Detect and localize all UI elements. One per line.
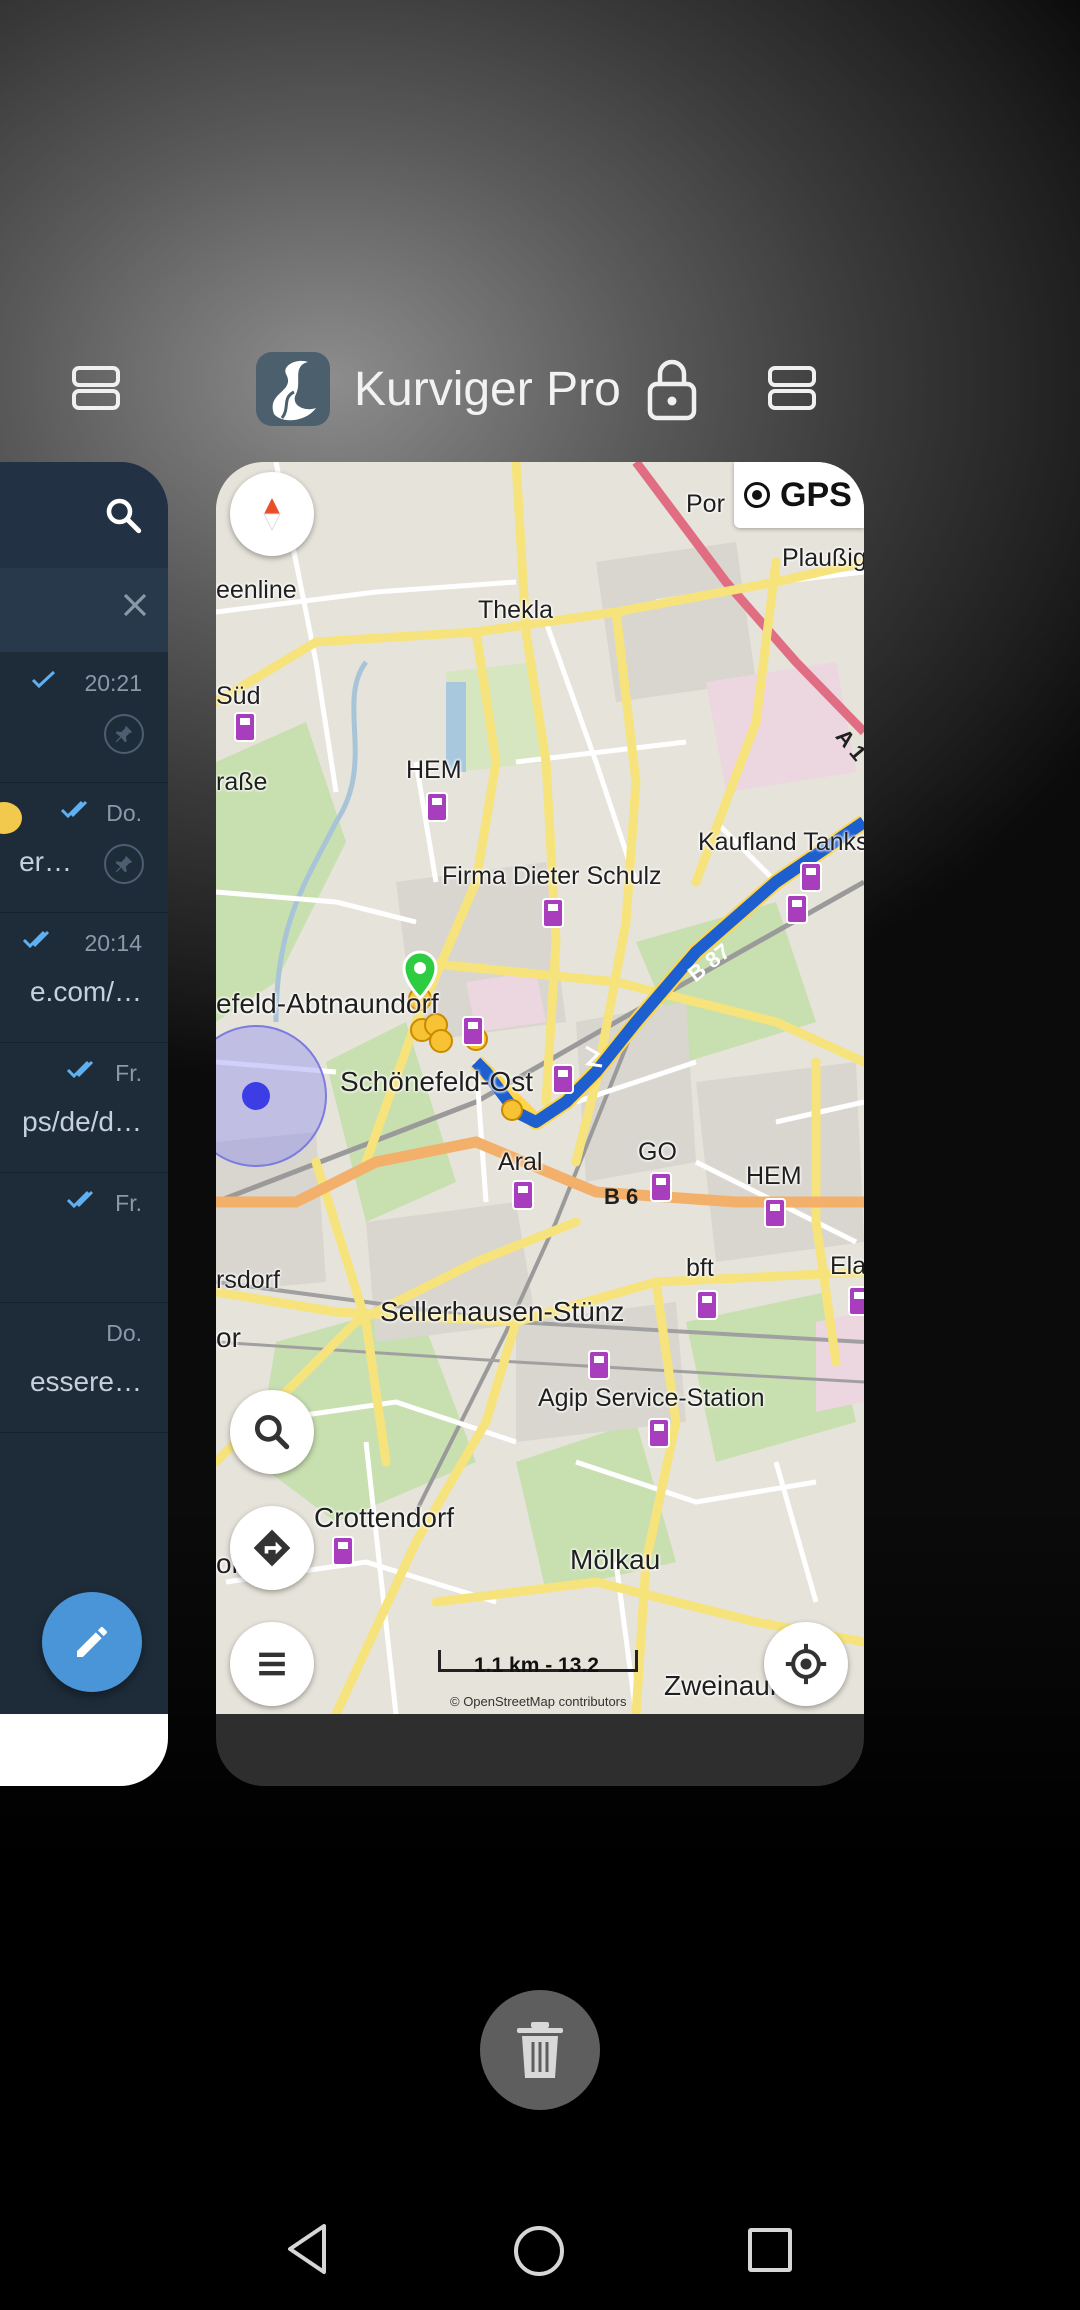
place-label: Ela <box>830 1252 864 1280</box>
fuel-station-icon[interactable] <box>786 894 808 924</box>
place-label: Sellerhausen-Stünz <box>380 1296 625 1327</box>
place-label: eenline <box>216 576 297 604</box>
gps-label: GPS <box>780 476 852 514</box>
double-check-icon <box>22 930 50 949</box>
recents-nav-button[interactable] <box>748 2228 792 2272</box>
place-label: rsdorf <box>216 1266 280 1294</box>
fuel-station-icon[interactable] <box>234 712 256 742</box>
chat-bottom-bar <box>0 1714 168 1786</box>
search-icon <box>254 1414 290 1450</box>
pin-icon <box>104 844 144 884</box>
chat-list-item[interactable]: Do. essere… <box>0 1302 168 1433</box>
place-label: Crottendorf <box>314 1502 455 1533</box>
place-label: Plaußig <box>782 544 864 572</box>
place-label: Agip Service-Station <box>538 1384 765 1412</box>
chat-time: 20:14 <box>84 930 142 956</box>
clear-all-button[interactable] <box>480 1990 600 2110</box>
place-label: Süd <box>216 682 261 710</box>
place-label: HEM <box>406 756 462 784</box>
fuel-station-icon[interactable] <box>648 1418 670 1448</box>
double-check-icon <box>60 800 88 819</box>
menu-button[interactable] <box>230 1622 314 1706</box>
place-label: raße <box>216 768 268 796</box>
split-screen-icon[interactable] <box>768 364 816 412</box>
close-icon[interactable] <box>120 590 150 620</box>
pencil-icon <box>77 1627 107 1657</box>
chat-header <box>0 462 168 568</box>
chat-snippet: e.com/… <box>29 976 142 1007</box>
place-label: or <box>216 1322 241 1353</box>
app-name: Kurviger Pro <box>354 363 621 416</box>
chat-list-item[interactable]: 20:21 <box>0 652 168 783</box>
chat-time: 20:21 <box>84 670 142 696</box>
chat-list-item[interactable]: 20:14 e.com/… <box>0 912 168 1043</box>
trash-icon <box>517 2022 563 2078</box>
compose-button[interactable] <box>42 1592 142 1692</box>
place-label: Kaufland Tanks <box>698 828 864 856</box>
chat-list-item[interactable]: Do. er… <box>0 782 168 913</box>
route-button[interactable] <box>230 1506 314 1590</box>
chat-snippet: ps/de/d… <box>22 1106 142 1137</box>
fuel-station-icon[interactable] <box>512 1180 534 1210</box>
home-nav-button[interactable] <box>514 2226 564 2276</box>
fuel-station-icon[interactable] <box>588 1350 610 1380</box>
map-attribution: © OpenStreetMap contributors <box>450 1694 627 1709</box>
chat-time: Fr. <box>115 1190 142 1216</box>
road-label: B 6 <box>604 1184 639 1209</box>
menu-icon <box>259 1652 285 1676</box>
chat-time: Fr. <box>115 1060 142 1086</box>
split-screen-icon[interactable] <box>72 364 120 412</box>
place-label: Firma Dieter Schulz <box>442 862 662 890</box>
crosshair-icon <box>785 1643 827 1685</box>
chat-snippet: essere… <box>29 1366 142 1397</box>
place-label: Thekla <box>478 596 554 624</box>
gps-dot-icon <box>744 482 770 508</box>
fuel-station-icon[interactable] <box>462 1016 484 1046</box>
back-nav-icon[interactable] <box>284 2222 330 2276</box>
place-label: GO <box>638 1138 677 1166</box>
compass-button[interactable] <box>230 472 314 556</box>
single-check-icon <box>31 670 56 689</box>
pin-icon <box>104 714 144 754</box>
double-check-icon <box>66 1060 94 1079</box>
chat-snippet: er… <box>19 846 72 877</box>
fuel-station-icon[interactable] <box>848 1286 864 1316</box>
chat-list-item[interactable]: Fr. ps/de/d… <box>0 1042 168 1173</box>
place-label: HEM <box>746 1162 802 1190</box>
recent-app-card-messenger[interactable]: 20:21 Do. er… 20:14 e.com/… Fr. ps/de/d…… <box>0 462 168 1786</box>
fuel-station-icon[interactable] <box>650 1172 672 1202</box>
compass-icon <box>263 498 281 532</box>
search-icon[interactable] <box>102 494 144 536</box>
lock-icon[interactable] <box>646 356 698 422</box>
fuel-station-icon[interactable] <box>800 862 822 892</box>
double-check-icon <box>66 1190 94 1209</box>
kurviger-logo <box>256 352 330 426</box>
my-location-button[interactable] <box>764 1622 848 1706</box>
fuel-station-icon[interactable] <box>426 792 448 822</box>
filter-bar <box>0 568 168 652</box>
fuel-station-icon[interactable] <box>764 1198 786 1228</box>
scale-label: 1.1 km - 13.2 <box>474 1654 599 1677</box>
chat-list-item[interactable]: Fr. <box>0 1172 168 1303</box>
fuel-station-icon[interactable] <box>696 1290 718 1320</box>
map-search-button[interactable] <box>230 1390 314 1474</box>
fuel-station-icon[interactable] <box>332 1536 354 1566</box>
map-view[interactable]: Por Plaußig Thekla eenline Süd raße HEM … <box>216 462 864 1714</box>
place-label: bft <box>686 1254 714 1282</box>
gps-status-badge[interactable]: GPS <box>734 462 864 528</box>
fuel-station-icon[interactable] <box>552 1064 574 1094</box>
place-label: Mölkau <box>570 1544 661 1575</box>
place-label: efeld-Abtnaundorf <box>216 988 439 1019</box>
place-label: Aral <box>498 1148 543 1176</box>
fuel-station-icon[interactable] <box>542 898 564 928</box>
chat-time: Do. <box>106 800 142 826</box>
recent-app-card-kurviger[interactable]: Por Plaußig Thekla eenline Süd raße HEM … <box>216 462 864 1786</box>
directions-icon <box>253 1529 291 1567</box>
emoji-icon <box>0 802 22 834</box>
place-label: Por <box>686 490 725 518</box>
chat-time: Do. <box>106 1320 142 1346</box>
place-label: Schönefeld-Ost <box>340 1066 533 1097</box>
